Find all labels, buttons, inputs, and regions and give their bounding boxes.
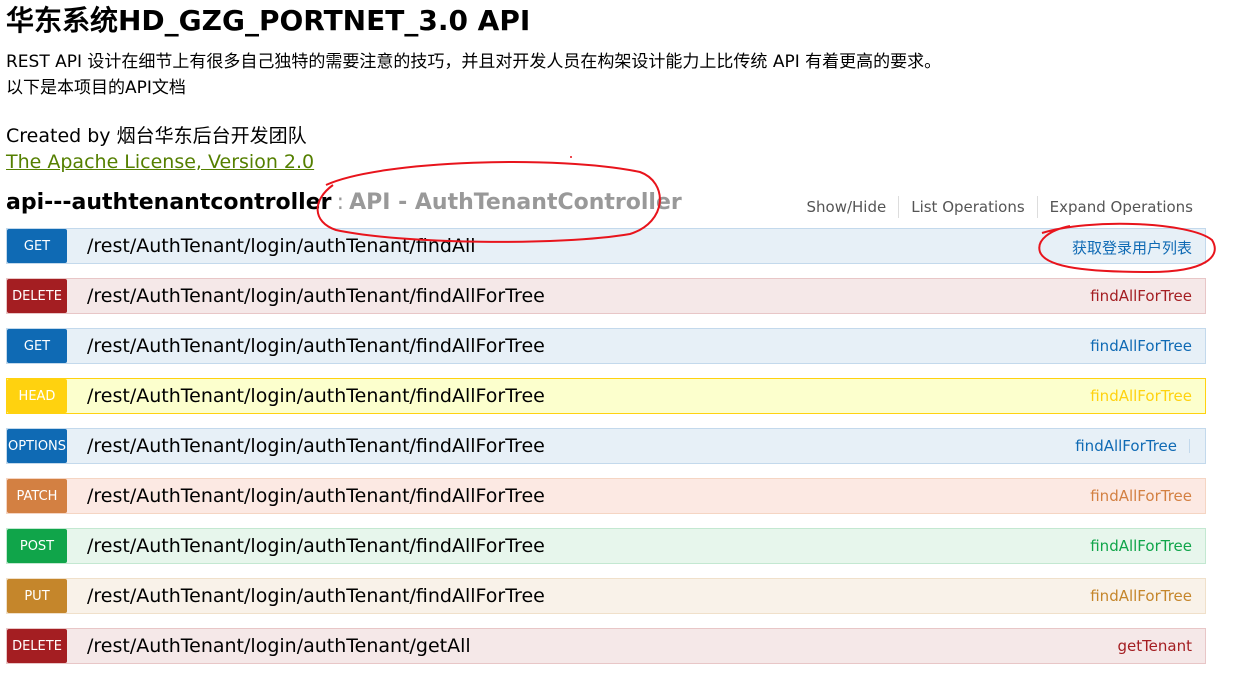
license-link[interactable]: The Apache License, Version 2.0 (6, 149, 314, 175)
operation-path[interactable]: /rest/AuthTenant/login/authTenant/findAl… (87, 235, 476, 257)
show-hide-link[interactable]: Show/Hide (794, 196, 898, 218)
operation-summary[interactable]: findAllForTree (1090, 387, 1192, 405)
section-separator: : (336, 190, 345, 215)
operation-row[interactable]: OPTIONS /rest/AuthTenant/login/authTenan… (6, 428, 1206, 464)
page-title: 华东系统HD_GZG_PORTNET_3.0 API (6, 4, 531, 37)
method-badge[interactable]: PATCH (7, 479, 67, 513)
operations-list: GET /rest/AuthTenant/login/authTenant/fi… (6, 228, 1206, 678)
api-description: REST API 设计在细节上有很多自己独特的需要注意的技巧，并且对开发人员在构… (6, 49, 941, 101)
operation-path[interactable]: /rest/AuthTenant/login/authTenant/findAl… (87, 385, 545, 407)
list-operations-link[interactable]: List Operations (898, 196, 1036, 218)
operation-summary[interactable]: findAllForTree (1090, 587, 1192, 605)
operation-summary[interactable]: findAllForTree (1090, 287, 1192, 305)
operation-summary[interactable]: findAllForTree (1090, 337, 1192, 355)
operation-row[interactable]: GET /rest/AuthTenant/login/authTenant/fi… (6, 328, 1206, 364)
operation-row[interactable]: DELETE /rest/AuthTenant/login/authTenant… (6, 278, 1206, 314)
description-line: 以下是本项目的API文档 (6, 78, 186, 98)
created-by-text: Created by 烟台华东后台开发团队 (6, 125, 307, 147)
operation-path[interactable]: /rest/AuthTenant/login/authTenant/findAl… (87, 585, 545, 607)
operation-path[interactable]: /rest/AuthTenant/login/authTenant/findAl… (87, 485, 545, 507)
operation-summary[interactable]: findAllForTree (1090, 487, 1192, 505)
operation-row[interactable]: PATCH /rest/AuthTenant/login/authTenant/… (6, 478, 1206, 514)
method-badge[interactable]: OPTIONS (7, 429, 67, 463)
method-badge[interactable]: DELETE (7, 629, 67, 663)
method-badge[interactable]: GET (7, 329, 67, 363)
operation-summary[interactable]: findAllForTree (1075, 437, 1177, 455)
method-badge[interactable]: HEAD (7, 379, 67, 413)
operation-row[interactable]: DELETE /rest/AuthTenant/login/authTenant… (6, 628, 1206, 664)
operation-path[interactable]: /rest/AuthTenant/login/authTenant/getAll (87, 635, 471, 657)
method-badge[interactable]: GET (7, 229, 67, 263)
operation-row[interactable]: POST /rest/AuthTenant/login/authTenant/f… (6, 528, 1206, 564)
section-heading: api---authtenantcontroller : API - AuthT… (6, 187, 682, 220)
section-description: API - AuthTenantController (349, 190, 682, 215)
operation-row[interactable]: GET /rest/AuthTenant/login/authTenant/fi… (6, 228, 1206, 264)
stray-mark (570, 156, 572, 158)
operation-summary[interactable]: findAllForTree (1090, 537, 1192, 555)
operation-summary[interactable]: getTenant (1117, 637, 1192, 655)
operation-row[interactable]: HEAD /rest/AuthTenant/login/authTenant/f… (6, 378, 1206, 414)
method-badge[interactable]: PUT (7, 579, 67, 613)
method-badge[interactable]: DELETE (7, 279, 67, 313)
operation-row[interactable]: PUT /rest/AuthTenant/login/authTenant/fi… (6, 578, 1206, 614)
method-badge[interactable]: POST (7, 529, 67, 563)
expand-operations-link[interactable]: Expand Operations (1036, 196, 1193, 218)
section-actions: Show/Hide List Operations Expand Operati… (794, 196, 1193, 218)
operation-path[interactable]: /rest/AuthTenant/login/authTenant/findAl… (87, 535, 545, 557)
operation-path[interactable]: /rest/AuthTenant/login/authTenant/findAl… (87, 435, 545, 457)
operation-summary[interactable]: 获取登录用户列表 (1072, 237, 1192, 258)
section-name-link[interactable]: api---authtenantcontroller (6, 190, 332, 215)
description-line: REST API 设计在细节上有很多自己独特的需要注意的技巧，并且对开发人员在构… (6, 52, 942, 72)
operation-path[interactable]: /rest/AuthTenant/login/authTenant/findAl… (87, 335, 545, 357)
operation-path[interactable]: /rest/AuthTenant/login/authTenant/findAl… (87, 285, 545, 307)
